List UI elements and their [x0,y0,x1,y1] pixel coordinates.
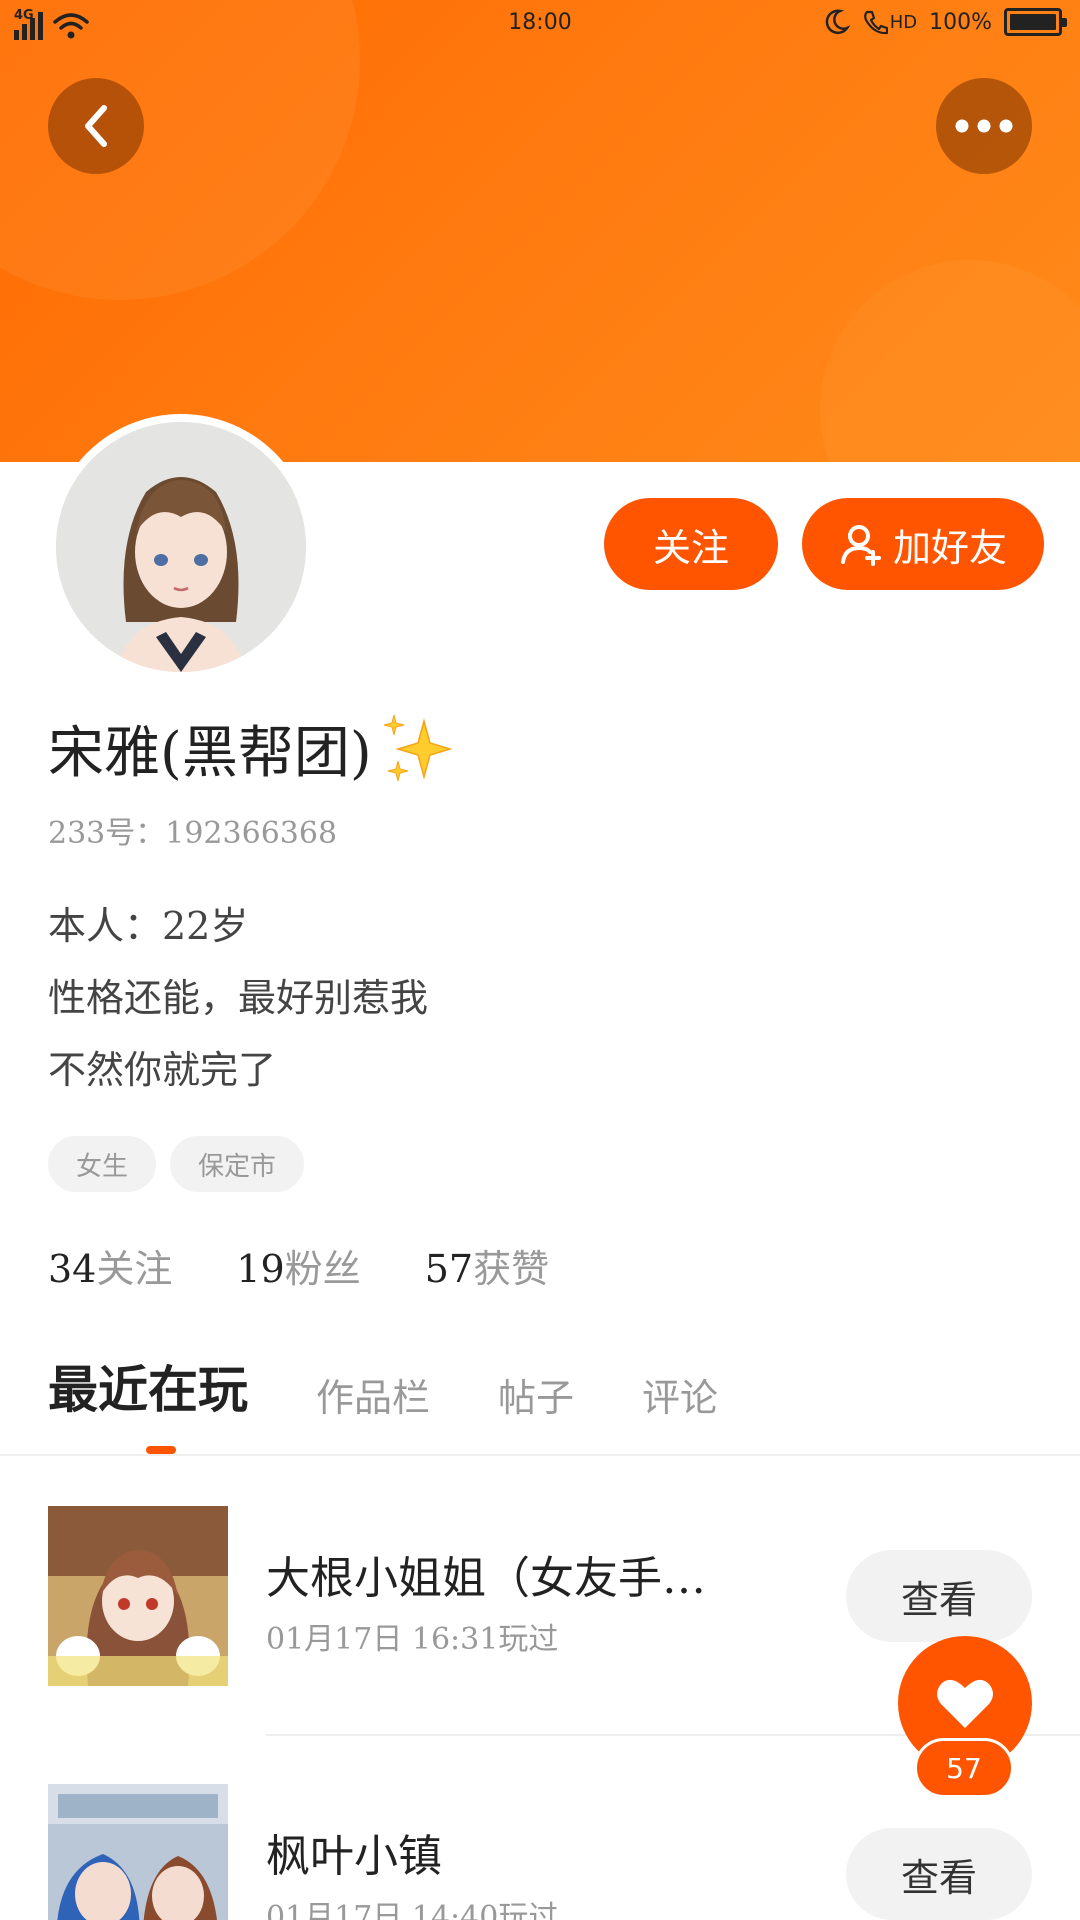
battery-icon [1004,8,1067,36]
profile-stats: 34关注 19粉丝 57获赞 [48,1238,549,1293]
game-title: 大根小姐姐（女友手… [266,1553,706,1604]
profile-tabs: 最近在玩 作品栏 帖子 评论 [48,1350,718,1422]
fans-label: 粉丝 [284,1247,361,1291]
game-played-time: 01月17日 16:31玩过 [266,1622,559,1657]
sparkles-icon [383,714,453,781]
likes-label: 获赞 [473,1247,550,1291]
bio-line: 本人：22岁 [48,904,249,948]
hd-call-indicator: HD [862,8,917,36]
following-label: 关注 [96,1247,173,1291]
status-bar: 4G 18:00 HD 100% [0,0,1080,50]
following-count: 34 [48,1247,97,1291]
game-cover-image [48,1784,228,1920]
stat-following[interactable]: 34关注 [48,1238,172,1293]
game-thumbnail [48,1506,228,1686]
tab-works[interactable]: 作品栏 [316,1367,430,1422]
profile-banner [0,0,1080,462]
battery-percent: 100% [929,9,992,35]
stat-likes[interactable]: 57获赞 [425,1238,549,1293]
game-played-time: 01月17日 14:40玩过 [266,1900,559,1920]
list-item[interactable]: 枫叶小镇 01月17日 14:40玩过 查看 [0,1784,1080,1920]
follow-label: 关注 [652,525,729,570]
game-thumbnail [48,1784,228,1920]
add-user-icon [840,525,881,566]
bio-line: 性格还能，最好别惹我 [48,976,429,1020]
avatar-illustration [56,422,306,672]
nickname: 宋雅(黑帮团) [48,708,454,789]
likes-count: 57 [424,1247,474,1291]
hd-label: HD [889,11,918,33]
banner-glow [820,260,1080,462]
follow-button[interactable]: 关注 [604,498,778,590]
game-title: 枫叶小镇 [266,1831,442,1882]
game-cover-image [48,1506,228,1686]
add-friend-button[interactable]: 加好友 [802,498,1044,590]
add-friend-label: 加好友 [892,525,1007,570]
more-dots-icon [955,119,1013,133]
more-button[interactable] [936,78,1032,174]
nickname-text: 宋雅(黑帮团) [48,721,372,786]
avatar-image [56,422,306,672]
like-count-badge: 57 [914,1738,1014,1798]
tab-posts[interactable]: 帖子 [498,1367,574,1422]
bio: 本人：22岁 性格还能，最好别惹我 不然你就完了 [48,890,428,1106]
tag-gender: 女生 [48,1136,157,1192]
tag-city: 保定市 [170,1136,305,1192]
status-right: HD 100% [822,8,1067,36]
user-id: 233号：192366368 [48,816,338,851]
tab-comments[interactable]: 评论 [642,1367,718,1422]
phone-icon [863,10,888,35]
moon-icon [825,9,850,35]
tabs-divider [0,1454,1080,1456]
view-button[interactable]: 查看 [846,1550,1032,1642]
back-button[interactable] [48,78,144,174]
view-button[interactable]: 查看 [846,1828,1032,1920]
stat-fans[interactable]: 19粉丝 [236,1238,360,1293]
chevron-left-icon [85,105,107,147]
heart-icon [937,1679,993,1728]
fans-count: 19 [236,1247,285,1291]
avatar[interactable] [48,414,314,680]
profile-tags: 女生 保定市 [48,1136,305,1192]
bio-line: 不然你就完了 [48,1048,277,1092]
tab-recently-played[interactable]: 最近在玩 [48,1350,248,1422]
tab-indicator [146,1446,176,1454]
